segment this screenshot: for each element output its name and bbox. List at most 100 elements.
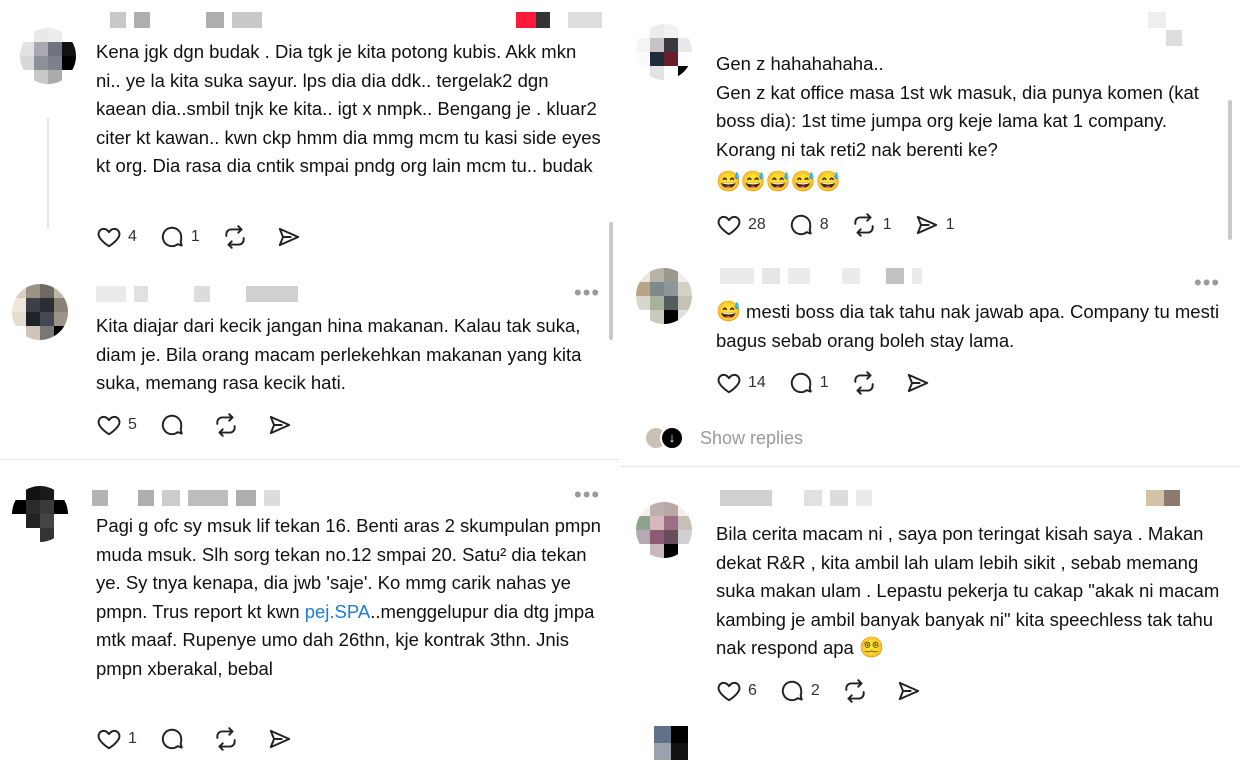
post-actions: 1 xyxy=(96,726,321,752)
comment-icon xyxy=(779,678,805,704)
post-item[interactable]: ••• 😅 mesti boss dia tak tahu nak jawab … xyxy=(620,262,1240,422)
post-link[interactable]: pej.SPA xyxy=(305,601,370,622)
reply-button[interactable]: 1 xyxy=(159,224,200,250)
post-item[interactable]: Bila cerita macam ni , saya pon teringat… xyxy=(620,476,1240,769)
post-item[interactable]: ••• Kita diajar dari kecik jangan hina m… xyxy=(0,268,620,458)
like-button[interactable]: 6 xyxy=(716,678,757,704)
username-blurred[interactable] xyxy=(92,490,280,506)
emoji: 😅 xyxy=(716,301,741,323)
post-item[interactable]: Kena jgk dgn budak . Dia tgk je kita pot… xyxy=(0,0,620,262)
like-button[interactable]: 4 xyxy=(96,224,137,250)
more-options-button[interactable]: ••• xyxy=(574,484,600,506)
repost-icon xyxy=(851,212,877,238)
reply-count: 8 xyxy=(819,216,829,233)
heart-icon xyxy=(716,678,742,704)
show-replies-label: Show replies xyxy=(700,427,804,448)
emoji-row: 😅😅😅😅😅 xyxy=(716,171,841,193)
repost-count: 1 xyxy=(882,216,892,233)
post-item[interactable]: ••• Pagi g ofc sy msuk lif tekan 16. Ben… xyxy=(0,470,620,769)
repost-button[interactable] xyxy=(222,224,254,250)
more-options-button[interactable]: ••• xyxy=(1194,272,1220,294)
post-text: Kena jgk dgn budak . Dia tgk je kita pot… xyxy=(96,41,601,177)
reply-button[interactable]: 8 xyxy=(788,212,829,238)
post-divider xyxy=(620,466,1240,467)
more-icon: ••• xyxy=(1194,270,1221,295)
like-button[interactable]: 1 xyxy=(96,726,137,752)
like-count: 28 xyxy=(748,216,766,233)
post-text-part: Bila cerita macam ni , saya pon teringat… xyxy=(716,523,1220,659)
avatar[interactable] xyxy=(636,502,692,558)
repost-button[interactable] xyxy=(851,370,883,396)
post-item[interactable]: Gen z hahahahaha.. Gen z kat office masa… xyxy=(620,0,1240,262)
timestamp-blurred xyxy=(1164,490,1180,506)
post-actions: 14 1 xyxy=(716,370,959,396)
timestamp-blurred xyxy=(1166,30,1182,46)
username-blurred[interactable] xyxy=(110,12,262,28)
reply-button[interactable]: 2 xyxy=(779,678,820,704)
share-button[interactable] xyxy=(896,678,928,704)
flag-badge xyxy=(516,12,536,28)
timestamp-blurred xyxy=(1146,490,1164,506)
share-button[interactable] xyxy=(905,370,937,396)
like-button[interactable]: 5 xyxy=(96,412,137,438)
username-blurred[interactable] xyxy=(96,286,298,302)
share-icon xyxy=(896,678,922,704)
share-button[interactable] xyxy=(276,224,308,250)
arrow-down-icon: ↓ xyxy=(660,426,684,450)
heart-icon xyxy=(96,224,122,250)
scrollbar[interactable] xyxy=(1228,100,1232,240)
post-text: 😅 mesti boss dia tak tahu nak jawab apa.… xyxy=(716,298,1221,355)
more-icon: ••• xyxy=(574,482,601,507)
share-icon xyxy=(905,370,931,396)
reply-count: 1 xyxy=(190,228,200,245)
share-icon xyxy=(267,412,293,438)
repost-button[interactable] xyxy=(213,412,245,438)
repost-icon xyxy=(842,678,868,704)
reply-button[interactable] xyxy=(159,412,191,438)
share-button[interactable] xyxy=(267,726,299,752)
scrollbar[interactable] xyxy=(609,222,613,340)
avatar-partial[interactable] xyxy=(654,726,688,760)
comment-icon xyxy=(159,224,185,250)
comment-icon xyxy=(788,212,814,238)
like-count: 5 xyxy=(128,416,137,433)
like-button[interactable]: 28 xyxy=(716,212,766,238)
heart-icon xyxy=(96,726,122,752)
repost-icon xyxy=(213,412,239,438)
repost-button[interactable] xyxy=(842,678,874,704)
emoji: 😵‍💫 xyxy=(858,637,884,660)
share-icon xyxy=(914,212,940,238)
avatar[interactable] xyxy=(636,268,692,324)
avatar[interactable] xyxy=(636,24,692,80)
post-text-part: mesti boss dia tak tahu nak jawab apa. C… xyxy=(716,301,1220,351)
comment-icon xyxy=(159,726,185,752)
left-thread-column: Kena jgk dgn budak . Dia tgk je kita pot… xyxy=(0,0,620,769)
like-button[interactable]: 14 xyxy=(716,370,766,396)
reply-button[interactable]: 1 xyxy=(788,370,829,396)
like-count: 1 xyxy=(128,730,137,747)
avatar[interactable] xyxy=(12,284,68,340)
avatar[interactable] xyxy=(12,486,68,542)
repost-icon xyxy=(213,726,239,752)
repost-button[interactable]: 1 xyxy=(851,212,892,238)
username-blurred[interactable] xyxy=(720,490,872,506)
reply-button[interactable] xyxy=(159,726,191,752)
post-actions: 6 2 xyxy=(716,678,950,704)
thread-line xyxy=(47,118,49,228)
username-blurred[interactable] xyxy=(720,268,922,284)
share-button[interactable] xyxy=(267,412,299,438)
heart-icon xyxy=(716,212,742,238)
post-divider xyxy=(0,459,620,460)
show-replies-button[interactable]: ↓ Show replies xyxy=(644,426,803,450)
share-button[interactable]: 1 xyxy=(914,212,955,238)
comment-icon xyxy=(788,370,814,396)
more-options-button[interactable]: ••• xyxy=(574,282,600,304)
reply-count: 2 xyxy=(810,682,820,699)
like-count: 4 xyxy=(128,228,137,245)
like-count: 14 xyxy=(748,374,766,391)
post-text: Gen z hahahahaha.. Gen z kat office masa… xyxy=(716,53,1199,160)
post-actions: 4 1 xyxy=(96,224,330,250)
post-text: Kita diajar dari kecik jangan hina makan… xyxy=(96,315,582,394)
repost-button[interactable] xyxy=(213,726,245,752)
avatar[interactable] xyxy=(20,28,76,84)
